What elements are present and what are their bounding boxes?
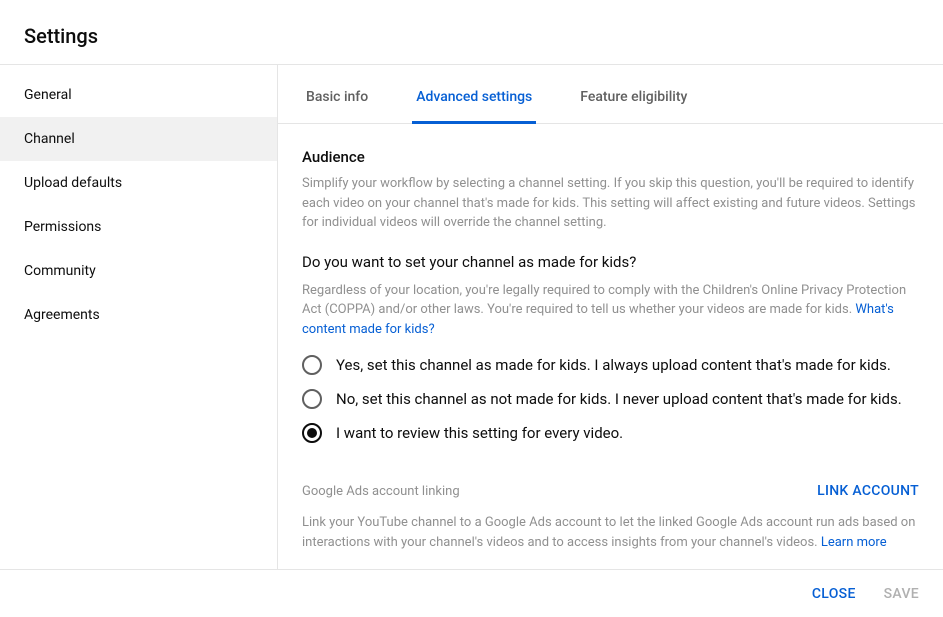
audience-desc: Simplify your workflow by selecting a ch… xyxy=(302,174,919,233)
audience-question-desc-text: Regardless of your location, you're lega… xyxy=(302,283,906,318)
tab-feature-eligibility[interactable]: Feature eligibility xyxy=(576,65,691,123)
sidebar-item-community[interactable]: Community xyxy=(0,249,277,293)
ads-header-row: Google Ads account linking LINK ACCOUNT xyxy=(302,483,919,499)
audience-title: Audience xyxy=(302,148,919,166)
radio-icon xyxy=(302,355,322,375)
radio-icon xyxy=(302,389,322,409)
main-panel: Basic info Advanced settings Feature eli… xyxy=(278,65,943,570)
ads-section-title: Google Ads account linking xyxy=(302,484,460,499)
footer: CLOSE SAVE xyxy=(0,569,943,617)
ads-learn-more-link[interactable]: Learn more xyxy=(821,535,887,550)
radio-made-for-kids-yes[interactable]: Yes, set this channel as made for kids. … xyxy=(302,355,919,375)
radio-label: Yes, set this channel as made for kids. … xyxy=(336,356,891,374)
tab-basic-info[interactable]: Basic info xyxy=(302,65,372,123)
radio-made-for-kids-no[interactable]: No, set this channel as not made for kid… xyxy=(302,389,919,409)
settings-header: Settings xyxy=(0,0,943,65)
content-area: General Channel Upload defaults Permissi… xyxy=(0,65,943,570)
tabs: Basic info Advanced settings Feature eli… xyxy=(278,65,943,124)
sidebar-item-channel[interactable]: Channel xyxy=(0,117,277,161)
close-button[interactable]: CLOSE xyxy=(812,586,856,602)
radio-review-every-video[interactable]: I want to review this setting for every … xyxy=(302,423,919,443)
audience-radio-group: Yes, set this channel as made for kids. … xyxy=(302,355,919,443)
sidebar-item-agreements[interactable]: Agreements xyxy=(0,293,277,337)
audience-question: Do you want to set your channel as made … xyxy=(302,253,919,271)
save-button[interactable]: SAVE xyxy=(884,586,919,602)
link-account-button[interactable]: LINK ACCOUNT xyxy=(817,483,919,499)
radio-label: No, set this channel as not made for kid… xyxy=(336,390,902,408)
page-title: Settings xyxy=(24,24,919,48)
sidebar-item-permissions[interactable]: Permissions xyxy=(0,205,277,249)
radio-icon xyxy=(302,423,322,443)
radio-label: I want to review this setting for every … xyxy=(336,424,623,442)
audience-question-desc: Regardless of your location, you're lega… xyxy=(302,281,919,340)
ads-desc: Link your YouTube channel to a Google Ad… xyxy=(302,513,919,552)
tab-advanced-settings[interactable]: Advanced settings xyxy=(412,65,536,123)
panel-body: Audience Simplify your workflow by selec… xyxy=(278,124,943,570)
sidebar: General Channel Upload defaults Permissi… xyxy=(0,65,278,570)
sidebar-item-upload-defaults[interactable]: Upload defaults xyxy=(0,161,277,205)
sidebar-item-general[interactable]: General xyxy=(0,73,277,117)
